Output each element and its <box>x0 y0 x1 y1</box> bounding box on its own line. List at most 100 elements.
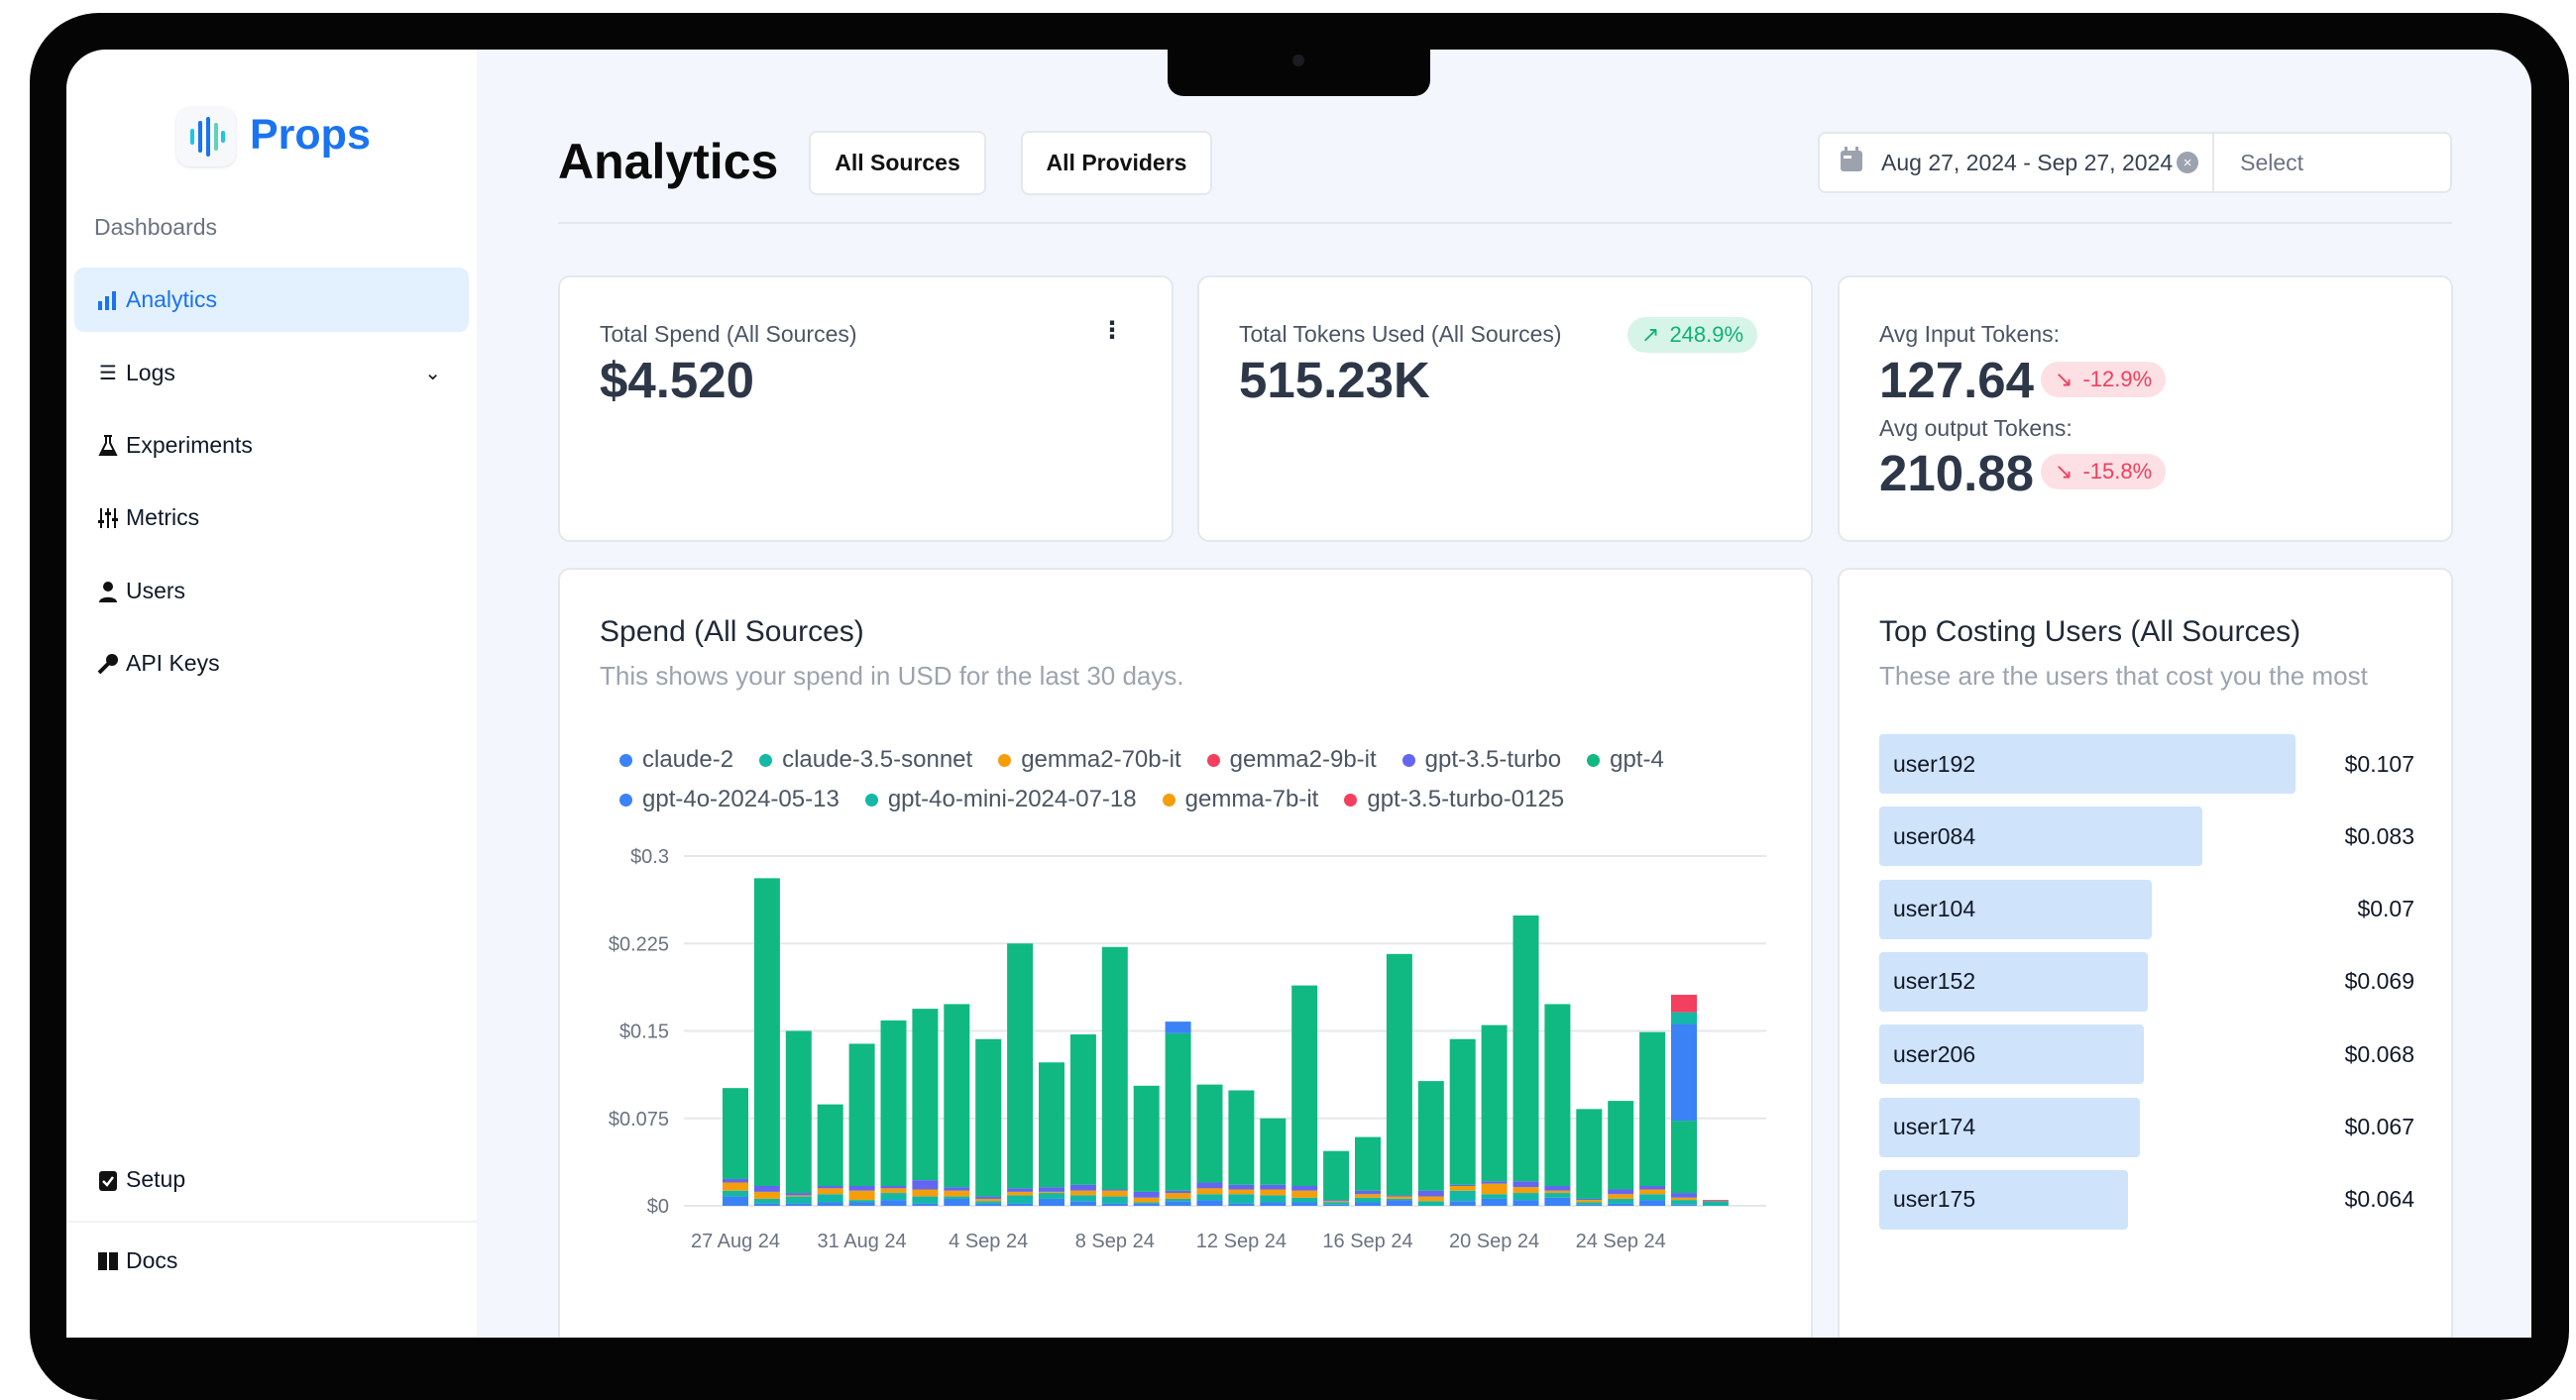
bar-segment <box>1133 1202 1160 1204</box>
bar-segment <box>1228 1203 1255 1206</box>
bar-segment <box>1702 1201 1729 1206</box>
chevron-down-icon[interactable]: ⌄ <box>424 361 441 385</box>
bar-segment <box>1544 1004 1571 1186</box>
user-cost-bar: user174 <box>1879 1097 2140 1157</box>
x-tick-label: 12 Sep 24 <box>1196 1231 1287 1252</box>
sidebar-item-setup[interactable]: Setup <box>74 1147 469 1212</box>
section-dashboards: Dashboards <box>94 214 218 240</box>
bar-segment <box>944 1196 970 1199</box>
bar-segment <box>1671 995 1697 1013</box>
flask-icon <box>96 434 120 458</box>
bar-segment <box>723 1196 748 1206</box>
bar-segment <box>1417 1190 1444 1197</box>
bar-segment <box>848 1043 875 1186</box>
user-cost-value: $0.068 <box>2344 1040 2414 1067</box>
bar-segment <box>1355 1202 1381 1206</box>
user-cost-value: $0.067 <box>2344 1114 2414 1139</box>
spend-chart-card: Spend (All Sources) This shows your spen… <box>558 568 1813 1338</box>
x-tick-label: 27 Aug 24 <box>691 1231 780 1252</box>
bar-segment <box>753 878 780 1186</box>
sidebar-item-metrics[interactable]: Metrics <box>74 485 469 550</box>
total-spend-card: Total Spend (All Sources) $4.520 ⋮ <box>558 275 1174 542</box>
bar-segment <box>1512 1181 1539 1188</box>
bar-segment <box>912 1180 939 1190</box>
all-sources-button[interactable]: All Sources <box>809 131 986 195</box>
more-options-icon[interactable]: ⋮ <box>1100 319 1124 343</box>
user-row[interactable]: user152 $0.069 <box>1879 951 2414 1012</box>
sidebar-item-label: Setup <box>126 1166 186 1192</box>
arrow-down-right-icon: ↘ <box>2055 459 2073 484</box>
bar-segment <box>1449 1038 1476 1185</box>
bar-segment <box>1417 1196 1444 1202</box>
user-cost-bar: user104 <box>1879 879 2152 939</box>
props-logo-icon <box>176 107 236 166</box>
user-row[interactable]: user175 $0.064 <box>1879 1169 2414 1230</box>
y-tick-label: $0.075 <box>609 1109 669 1131</box>
bar-segment <box>1228 1194 1255 1204</box>
sidebar-item-users[interactable]: Users <box>74 559 469 623</box>
clipboard-check-icon <box>96 1168 120 1192</box>
bar-segment <box>1228 1189 1255 1195</box>
bar-segment <box>912 1009 939 1181</box>
clear-date-icon[interactable]: × <box>2177 152 2199 173</box>
bar-segment <box>1323 1150 1350 1201</box>
x-tick-label: 4 Sep 24 <box>949 1231 1028 1252</box>
bar-segment <box>1355 1194 1381 1198</box>
change-badge: ↘ -15.8% <box>2041 454 2167 489</box>
date-range-picker[interactable]: Aug 27, 2024 - Sep 27, 2024 × Select <box>1818 132 2452 193</box>
sidebar-item-logs[interactable]: ☰ Logs ⌄ <box>74 341 469 405</box>
bar-segment <box>1323 1204 1350 1206</box>
bar-segment <box>1260 1118 1287 1185</box>
sidebar-item-api-keys[interactable]: API Keys <box>74 631 469 696</box>
bar-segment <box>1608 1189 1634 1195</box>
all-providers-button[interactable]: All Providers <box>1021 131 1212 195</box>
bar-segment <box>848 1190 875 1201</box>
bar-segment <box>817 1104 843 1186</box>
bar-segment <box>1196 1200 1223 1206</box>
bar-segment <box>880 1200 907 1206</box>
bar-segment <box>753 1203 780 1206</box>
bar-segment <box>944 1187 970 1191</box>
bar-segment <box>1039 1191 1064 1194</box>
bar-segment <box>1449 1185 1476 1191</box>
change-value: 248.9% <box>1669 322 1744 347</box>
bar-segment <box>1165 1201 1191 1206</box>
bar-segment <box>1101 1189 1128 1191</box>
bar-segment <box>1165 1198 1191 1202</box>
bar-segment <box>1165 1190 1191 1194</box>
bar-segment <box>1544 1185 1571 1191</box>
bar-segment <box>1671 1012 1697 1024</box>
bar-segment <box>1101 1196 1128 1204</box>
user-row[interactable]: user206 $0.068 <box>1879 1024 2414 1085</box>
bar-segment <box>1608 1194 1634 1199</box>
user-icon <box>96 580 120 603</box>
user-row[interactable]: user174 $0.067 <box>1879 1097 2414 1157</box>
user-row[interactable]: user084 $0.083 <box>1879 807 2414 867</box>
bar-segment <box>785 1195 812 1197</box>
bar-segment <box>1449 1190 1476 1202</box>
preset-select[interactable]: Select <box>2240 150 2303 176</box>
sidebar-item-docs[interactable]: Docs <box>74 1229 469 1293</box>
bar-segment <box>1386 953 1412 1196</box>
bar-segment <box>1133 1191 1160 1198</box>
sidebar-item-label: API Keys <box>126 650 220 676</box>
bar-segment <box>1608 1101 1634 1190</box>
user-row[interactable]: user192 $0.107 <box>1879 734 2414 794</box>
bar-segment <box>1386 1196 1412 1199</box>
sidebar-item-experiments[interactable]: Experiments <box>74 413 469 478</box>
page-title: Analytics <box>558 134 779 189</box>
sidebar-item-label: Analytics <box>126 286 218 312</box>
user-cost-bar: user206 <box>1879 1024 2144 1085</box>
bar-segment <box>1260 1189 1287 1196</box>
bar-segment <box>1291 1202 1318 1206</box>
bar-segment <box>1260 1202 1287 1206</box>
change-value: -12.9% <box>2082 367 2153 391</box>
x-tick-label: 24 Sep 24 <box>1576 1231 1666 1252</box>
sidebar-item-analytics[interactable]: Analytics <box>74 268 469 332</box>
bar-segment <box>753 1185 780 1192</box>
user-row[interactable]: user104 $0.07 <box>1879 879 2414 939</box>
bar-segment <box>1512 1187 1539 1194</box>
arrow-up-right-icon: ↗ <box>1641 322 1660 347</box>
bar-segment <box>1069 1195 1096 1202</box>
bar-segment <box>1007 1191 1034 1196</box>
